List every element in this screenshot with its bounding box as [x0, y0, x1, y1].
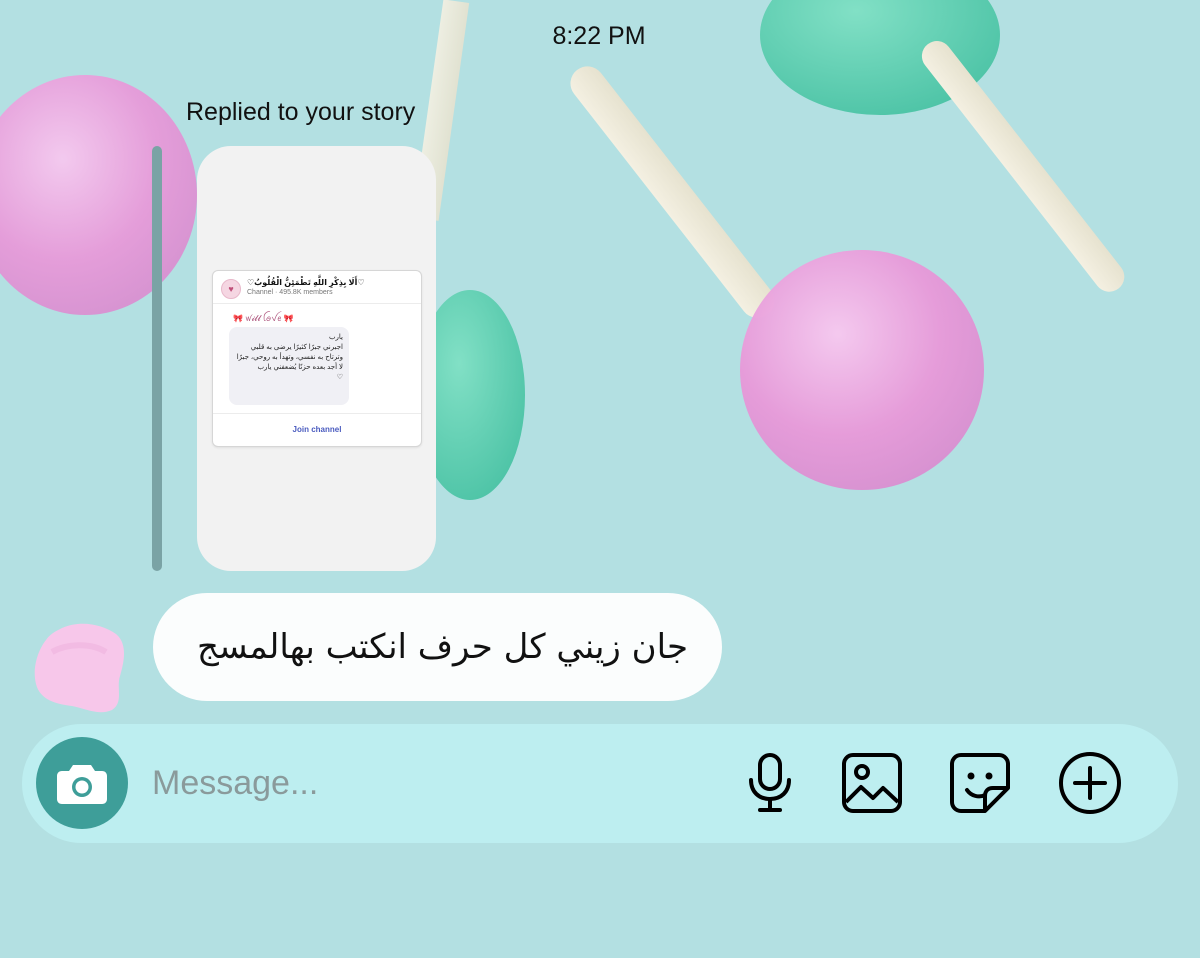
channel-post-card: ♥ ♡أَلَا بِذِكْرِ اللَّهِ تَطْمَئِنُّ ال…	[212, 270, 422, 447]
microphone-icon	[749, 753, 791, 812]
message-input[interactable]	[152, 754, 712, 812]
avatar[interactable]	[32, 622, 128, 714]
story-preview[interactable]: ♥ ♡أَلَا بِذِكْرِ اللَّهِ تَطْمَئِنُّ ال…	[197, 146, 436, 571]
post-bubble: يارب اجبرني جبرًا كثيرًا يرضى به قلبي وت…	[229, 327, 349, 405]
camera-button[interactable]	[36, 737, 128, 829]
message-composer	[22, 724, 1178, 843]
post-header-line: 🎀 ꪝ𝓲𝓵𝓵 ꪶꪮꪜꫀ 🎀	[233, 314, 294, 323]
message-bubble[interactable]: جان زيني كل حرف انكتب بهالمسج	[153, 593, 722, 701]
more-options-button[interactable]	[1058, 751, 1122, 815]
sticker-icon	[950, 753, 1010, 813]
voice-message-button[interactable]	[738, 751, 802, 815]
gallery-button[interactable]	[840, 751, 904, 815]
image-icon	[842, 753, 902, 813]
divider	[213, 303, 421, 304]
channel-avatar: ♥	[221, 279, 241, 299]
channel-meta: Channel · 495.8K members	[247, 289, 333, 296]
add-icon	[1059, 752, 1121, 814]
camera-icon	[57, 765, 107, 804]
channel-name: ♡أَلَا بِذِكْرِ اللَّهِ تَطْمَئِنُّ الْق…	[247, 278, 365, 287]
divider	[213, 413, 421, 414]
sticker-button[interactable]	[948, 751, 1012, 815]
message-text: جان زيني كل حرف انكتب بهالمسج	[197, 627, 688, 667]
reply-indicator-bar	[152, 146, 162, 571]
replied-to-story-label: Replied to your story	[186, 98, 416, 126]
message-timestamp: 8:22 PM	[552, 22, 646, 50]
join-channel-link: Join channel	[292, 425, 342, 434]
post-text: يارب اجبرني جبرًا كثيرًا يرضى به قلبي وت…	[236, 334, 343, 381]
